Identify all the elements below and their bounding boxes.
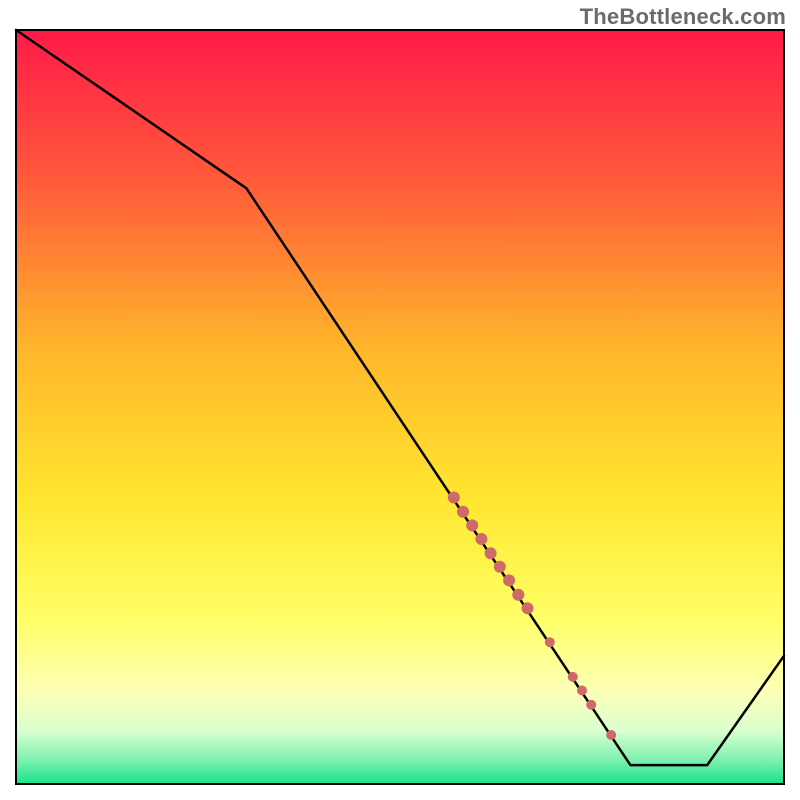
marker-dot	[485, 547, 497, 559]
chart-stage: TheBottleneck.com	[0, 0, 800, 800]
watermark-text: TheBottleneck.com	[580, 4, 786, 30]
marker-dot	[577, 686, 587, 696]
marker-dot	[586, 700, 596, 710]
marker-dot	[545, 637, 555, 647]
marker-dot	[606, 730, 616, 740]
marker-dot	[568, 672, 578, 682]
marker-dot	[522, 602, 534, 614]
marker-dot	[503, 574, 515, 586]
marker-dot	[512, 589, 524, 601]
chart-svg	[0, 0, 800, 800]
plot-background	[16, 30, 784, 784]
marker-dot	[475, 533, 487, 545]
marker-dot	[448, 492, 460, 504]
marker-dot	[466, 519, 478, 531]
marker-dot	[457, 506, 469, 518]
marker-dot	[494, 561, 506, 573]
